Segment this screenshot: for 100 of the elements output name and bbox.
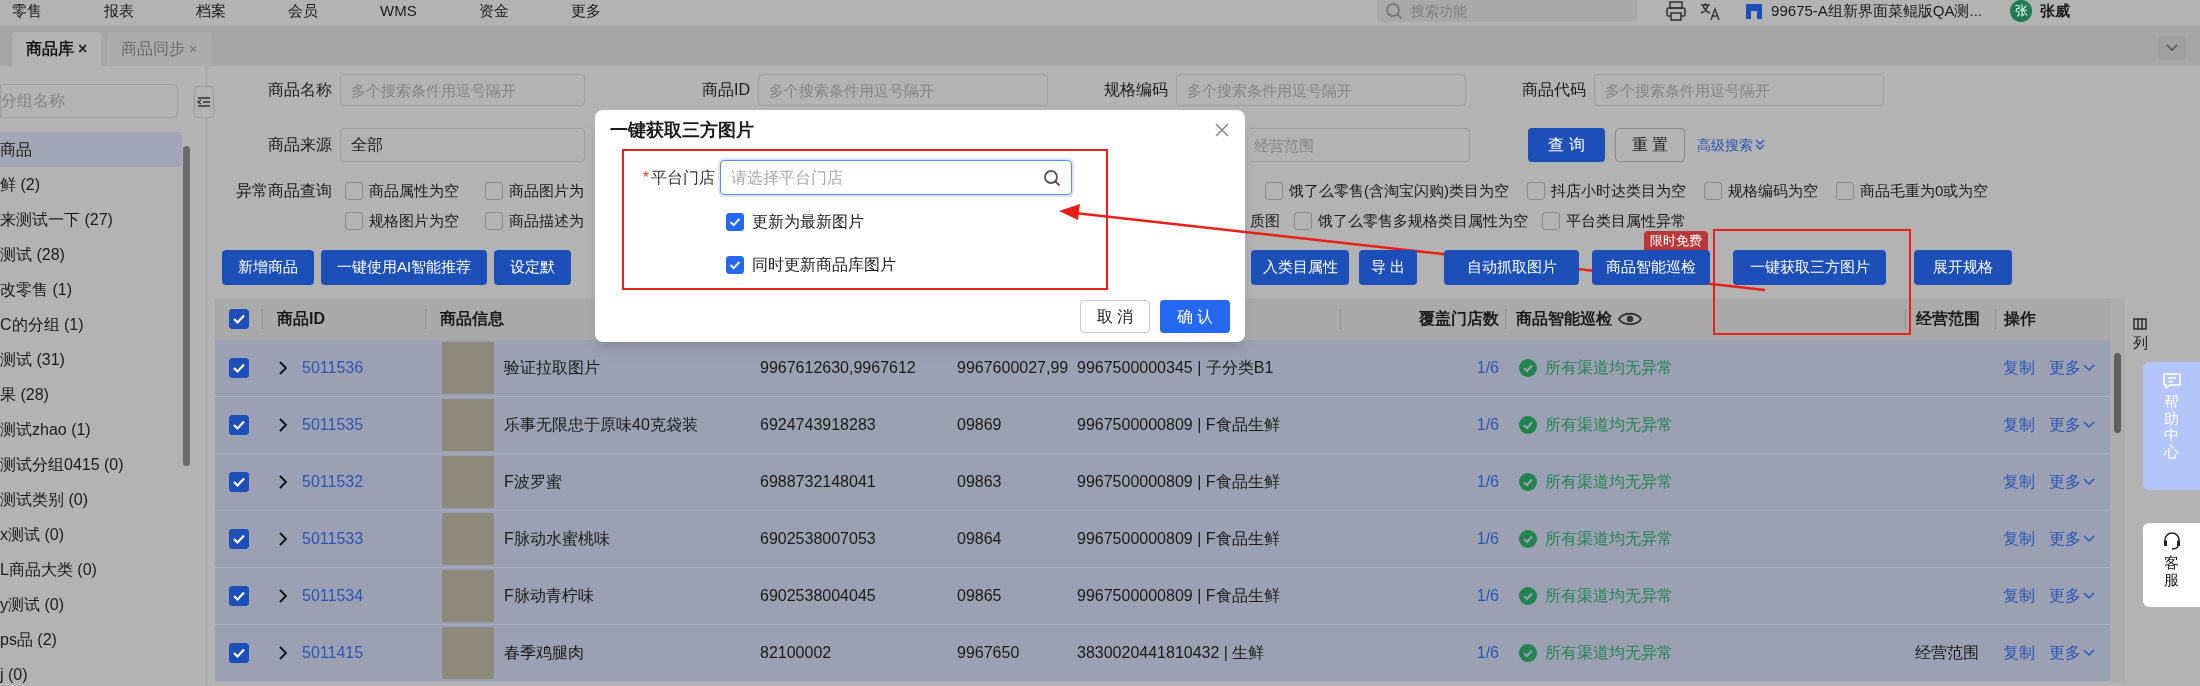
table-cell-text: 9967500000809 | F食品生鲜 (1076, 472, 1281, 492)
checkbox[interactable] (1836, 182, 1854, 200)
query-button[interactable]: 查 询 (1528, 128, 1605, 162)
collapse-button[interactable] (2158, 36, 2186, 60)
scrollbar-thumb[interactable] (2114, 353, 2121, 433)
inspection-status: 所有渠道均无异常 (1545, 358, 1673, 378)
collapse-sidebar-button[interactable] (194, 86, 214, 118)
sidebar-item[interactable]: x测试 (0) (0, 517, 182, 552)
sidebar-item[interactable]: 测试 (28) (0, 237, 182, 272)
cancel-button[interactable]: 取 消 (1080, 300, 1150, 333)
toolbar-button[interactable]: 入类目属性 (1251, 250, 1349, 285)
column-header: 操作 (2004, 309, 2036, 329)
checkbox-label: 抖店小时达类目为空 (1551, 180, 1686, 201)
sidebar-item[interactable]: C的分组 (1) (0, 307, 182, 342)
table-cell-text: 9967500000345 | 子分类B1 (1076, 358, 1275, 378)
checkbox[interactable] (1294, 212, 1312, 230)
sidebar-item[interactable]: y测试 (0) (0, 587, 182, 622)
customer-service-panel[interactable]: 客服 (2143, 523, 2200, 607)
field-label: 商品名称 (267, 80, 333, 100)
table-cell-text: 6902538004045 (759, 586, 877, 606)
required-mark: * (642, 167, 649, 188)
table-cell-text: 82100002 (759, 643, 833, 663)
eye-icon (1618, 311, 1642, 327)
checkbox[interactable] (228, 586, 249, 606)
toolbar-button[interactable]: 商品智能巡检 (1592, 250, 1710, 285)
user-avatar[interactable]: 张 (2010, 0, 2032, 22)
checkbox[interactable] (345, 212, 363, 230)
nav-menu-item[interactable]: WMS (380, 2, 417, 20)
nav-menu-item[interactable]: 会员 (288, 2, 318, 20)
nav-menu-item[interactable]: 报表 (104, 2, 134, 20)
column-settings-label[interactable]: 列 (2132, 332, 2148, 355)
column-header: 商品智能巡检 (1516, 309, 1612, 329)
sidebar-item[interactable]: 果 (28) (0, 377, 182, 412)
toolbar-button[interactable]: 自动抓取图片 (1444, 250, 1579, 285)
check-circle-icon (1519, 416, 1537, 434)
checkbox-label: 质图 (1250, 210, 1280, 231)
nav-menu-item[interactable]: 资金 (478, 2, 509, 20)
printer-icon (1665, 1, 1688, 21)
reset-button[interactable]: 重 置 (1615, 128, 1685, 162)
nav-menu-item[interactable]: 档案 (196, 2, 226, 20)
chevron-down-icon (2083, 421, 2095, 429)
checkbox[interactable] (228, 415, 249, 435)
toolbar-button[interactable]: 新增商品 (222, 250, 314, 285)
checkbox-label: 更新为最新图片 (752, 212, 864, 232)
photo-placeholder (442, 627, 494, 679)
checkbox[interactable] (228, 358, 249, 378)
sidebar-item[interactable]: 来测试一下 (27) (0, 202, 182, 237)
checkbox[interactable] (1527, 182, 1545, 200)
photo-placeholder (442, 570, 494, 622)
sidebar-item[interactable]: 商品 (0, 132, 182, 167)
checkbox[interactable] (1265, 182, 1283, 200)
confirm-button[interactable]: 确 认 (1160, 300, 1230, 333)
toolbar-button[interactable]: 展开规格 (1914, 250, 2012, 285)
close-icon[interactable]: × (78, 37, 88, 61)
checkbox[interactable] (228, 472, 249, 492)
chevron-down-icon (2083, 364, 2095, 372)
nav-menu-item[interactable]: 零售 (12, 2, 42, 20)
checkbox[interactable] (485, 212, 503, 230)
checkbox[interactable] (726, 213, 744, 231)
chevron-down-icon (2083, 478, 2095, 486)
checkbox-label: 饿了么零售多规格类目属性为空 (1318, 210, 1528, 231)
sidebar-item[interactable]: ps品 (2) (0, 622, 182, 657)
field-label: 异常商品查询 (235, 181, 333, 201)
table-cell-text: 09865 (956, 586, 1003, 606)
store-name[interactable]: 99675-A组新界面菜鲲版QA测... (1771, 2, 1982, 20)
dialog-title: 一键获取三方图片 (610, 118, 754, 142)
nav-menu-item[interactable]: 更多 (570, 2, 601, 20)
chevron-right-icon (278, 646, 288, 660)
toolbar-button[interactable]: 一键获取三方图片 (1733, 250, 1886, 285)
sidebar-item[interactable]: j (0) (0, 657, 182, 686)
checkbox-label: 平台类目属性异常 (1566, 210, 1686, 231)
checkbox[interactable] (1704, 182, 1722, 200)
tab[interactable]: 商品库 × (12, 32, 102, 66)
photo-placeholder (442, 399, 494, 451)
sidebar-item[interactable]: L商品大类 (0) (0, 552, 182, 587)
check-circle-icon (1519, 644, 1537, 662)
checkbox[interactable] (726, 256, 744, 274)
checkbox[interactable] (228, 529, 249, 549)
close-icon[interactable] (1214, 122, 1230, 138)
table-cell-text: 9967612630,9967612 (759, 358, 917, 378)
checkbox[interactable] (485, 182, 503, 200)
sidebar-item[interactable]: 测试分组0415 (0) (0, 447, 182, 482)
product-name: F脉动青柠味 (504, 586, 594, 606)
sidebar-item[interactable]: 测试 (31) (0, 342, 182, 377)
field-label: 商品来源 (267, 135, 333, 155)
toolbar-button[interactable]: 导 出 (1359, 250, 1417, 285)
sidebar-item[interactable]: 改零售 (1) (0, 272, 182, 307)
toolbar-button[interactable]: 一键使用AI智能推荐 (321, 250, 488, 285)
sidebar-item[interactable]: 测试zhao (1) (0, 412, 182, 447)
checkbox[interactable] (345, 182, 363, 200)
user-name[interactable]: 张威 (2040, 2, 2070, 20)
scrollbar-thumb[interactable] (183, 146, 190, 466)
toolbar-button[interactable]: 设定默 (494, 250, 572, 285)
checkbox[interactable] (228, 309, 249, 329)
sidebar-item[interactable]: 测试类别 (0) (0, 482, 182, 517)
select-field[interactable]: 全部 (340, 128, 585, 162)
headset-icon (2161, 531, 2182, 551)
checkbox[interactable] (228, 643, 249, 663)
sidebar-item[interactable]: 鲜 (2) (0, 167, 182, 202)
checkbox[interactable] (1542, 212, 1560, 230)
